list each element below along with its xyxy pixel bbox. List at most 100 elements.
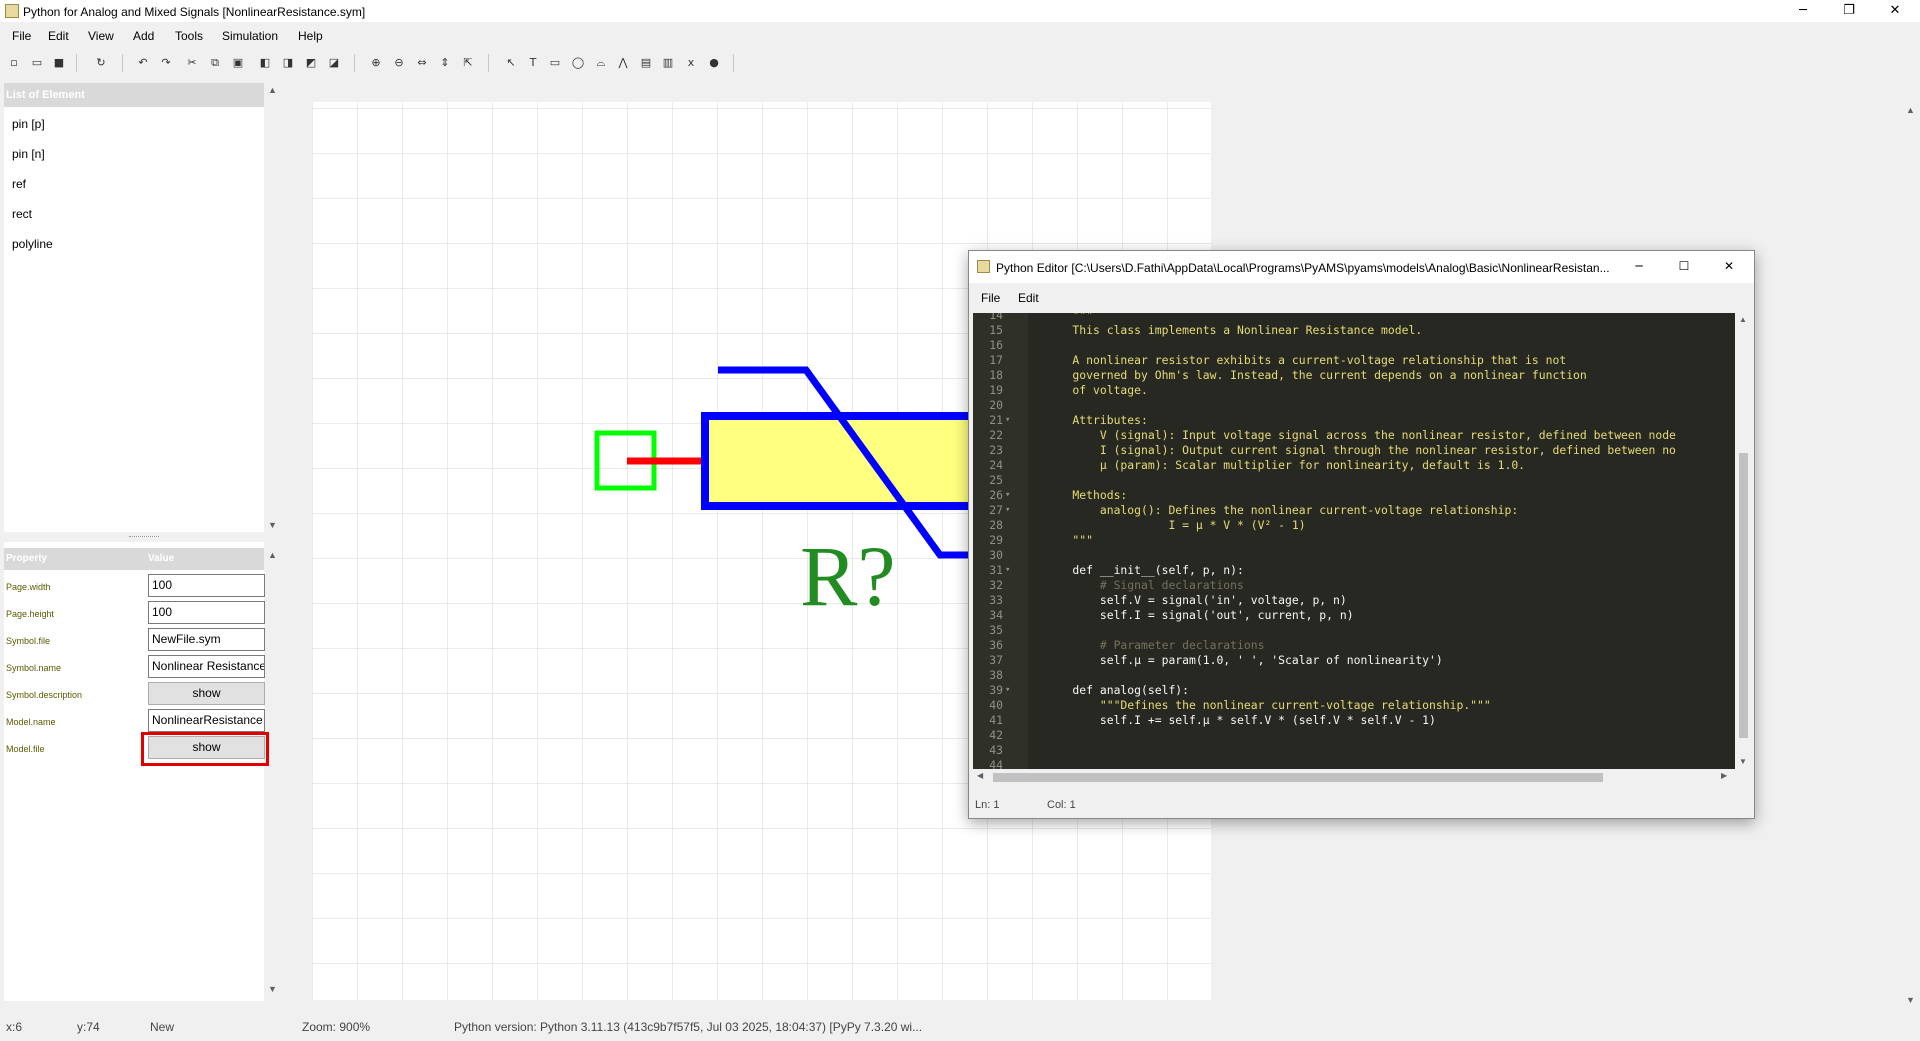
pin-tool-icon[interactable]: ▥ [659, 54, 677, 72]
param-tool-icon[interactable]: x [682, 54, 700, 72]
scroll-down-icon[interactable]: ▼ [1906, 995, 1915, 1005]
scroll-down-icon[interactable]: ▼ [1739, 757, 1747, 766]
cut-icon[interactable]: ✂ [183, 54, 201, 72]
zoom-height-icon[interactable]: ⇕ [436, 54, 454, 72]
scroll-up-icon[interactable]: ▲ [268, 550, 277, 560]
scroll-right-icon[interactable]: ▶ [1721, 771, 1727, 780]
new-file-icon[interactable]: ▫ [5, 54, 23, 72]
symbol-name-field[interactable]: Nonlinear Resistance [148, 655, 265, 678]
code-text: μ (param): Scalar multiplier for nonline… [1045, 458, 1526, 472]
line-number: 16 [989, 338, 1003, 352]
zoom-out-icon[interactable]: ⊖ [390, 54, 408, 72]
code-line: 23 I (signal): Output current signal thr… [973, 443, 1735, 458]
element-item[interactable]: pin [p] [12, 117, 45, 131]
menu-add[interactable]: Add [133, 29, 154, 43]
element-item[interactable]: rect [12, 207, 32, 221]
save-icon[interactable]: ■ [50, 54, 68, 72]
text-tool-icon[interactable]: T [524, 54, 542, 72]
refresh-icon[interactable]: ↻ [92, 54, 110, 72]
scroll-up-icon[interactable]: ▲ [268, 85, 277, 95]
editor-title-bar[interactable]: Python Editor [C:\Users\D.Fathi\AppData\… [969, 251, 1754, 283]
ellipse-tool-icon[interactable]: ◯ [569, 54, 587, 72]
menu-edit[interactable]: Edit [48, 29, 69, 43]
python-editor-window[interactable]: Python Editor [C:\Users\D.Fathi\AppData\… [968, 250, 1755, 819]
symbol-description-show-button[interactable]: show [148, 682, 265, 705]
line-number: 32 [989, 578, 1003, 592]
editor-close-button[interactable]: ✕ [1706, 255, 1752, 277]
zoom-in-icon[interactable]: ⊕ [367, 54, 385, 72]
code-text: analog(): Defines the nonlinear current-… [1045, 503, 1519, 517]
select-pointer-icon[interactable]: ↖ [502, 54, 520, 72]
menu-view[interactable]: View [88, 29, 114, 43]
line-number: 25 [989, 473, 1003, 487]
scroll-up-icon[interactable]: ▲ [1906, 105, 1915, 115]
undo-icon[interactable]: ↶ [134, 54, 152, 72]
scroll-down-icon[interactable]: ▼ [268, 520, 277, 530]
scroll-thumb[interactable] [1739, 453, 1748, 738]
line-number: 15 [989, 323, 1003, 337]
code-line: 19 of voltage. [973, 383, 1735, 398]
code-text: self.μ = param(1.0, ' ', 'Scalar of nonl… [1045, 653, 1443, 667]
redo-icon[interactable]: ↷ [157, 54, 175, 72]
python-icon[interactable]: ● [705, 54, 723, 72]
image-tool-icon[interactable]: ▤ [637, 54, 655, 72]
editor-minimize-button[interactable]: ─ [1616, 255, 1662, 277]
page-width-field[interactable]: 100 [148, 574, 265, 597]
rectangle-tool-icon[interactable]: ▭ [546, 54, 564, 72]
property-name: Symbol.file [6, 636, 51, 646]
scroll-thumb[interactable] [993, 773, 1603, 782]
code-text: I (signal): Output current signal throug… [1045, 443, 1676, 457]
fold-icon[interactable]: ▾ [1005, 413, 1010, 428]
canvas-scrollbar[interactable]: ▲ ▼ [1903, 83, 1920, 1005]
code-text: # Parameter declarations [1045, 638, 1265, 652]
scroll-left-icon[interactable]: ◀ [977, 771, 983, 780]
menu-simulation[interactable]: Simulation [222, 29, 278, 43]
zoom-page-icon[interactable]: ⇱ [459, 54, 477, 72]
editor-menu-file[interactable]: File [981, 291, 1000, 305]
zoom-fit-icon[interactable]: ⇔ [413, 54, 431, 72]
send-back-icon[interactable]: ◨ [279, 54, 297, 72]
open-folder-icon[interactable]: ▭ [28, 54, 46, 72]
editor-maximize-button[interactable]: ☐ [1661, 255, 1707, 277]
code-line: 32 # Signal declarations [973, 578, 1735, 593]
editor-menu-edit[interactable]: Edit [1018, 291, 1039, 305]
copy-icon[interactable]: ⧉ [206, 54, 224, 72]
menu-tools[interactable]: Tools [175, 29, 203, 43]
line-number: 41 [989, 713, 1003, 727]
page-height-field[interactable]: 100 [148, 601, 265, 624]
menu-file[interactable]: File [12, 29, 31, 43]
editor-title: Python Editor [C:\Users\D.Fathi\AppData\… [996, 261, 1610, 275]
fold-icon[interactable]: ▾ [1005, 563, 1010, 578]
line-number: 43 [989, 743, 1003, 757]
menu-help[interactable]: Help [298, 29, 323, 43]
minimize-button[interactable]: ─ [1780, 0, 1826, 22]
symbol-file-field[interactable]: NewFile.sym [148, 628, 265, 651]
element-item[interactable]: pin [n] [12, 147, 45, 161]
fold-icon[interactable]: ▾ [1005, 503, 1010, 518]
ref-label[interactable]: R? [800, 528, 896, 624]
code-editor[interactable]: 14 """ 15 This class implements a Nonline… [973, 313, 1735, 769]
editor-horizontal-scrollbar[interactable]: ◀ ▶ [973, 769, 1735, 786]
arc-tool-icon[interactable]: ⌓ [592, 54, 610, 72]
editor-vertical-scrollbar[interactable]: ▲ ▼ [1735, 313, 1752, 769]
restore-button[interactable]: ❐ [1826, 0, 1872, 22]
element-item[interactable]: polyline [12, 237, 53, 251]
fold-icon[interactable]: ▾ [1005, 683, 1010, 698]
element-list-header: List of Element [4, 83, 264, 107]
property-scrollbar[interactable]: ▲ ▼ [266, 548, 280, 998]
element-list-scrollbar[interactable]: ▲ ▼ [266, 83, 280, 532]
rotate-icon[interactable]: ◪ [325, 54, 343, 72]
flip-icon[interactable]: ◩ [302, 54, 320, 72]
property-name: Page.width [6, 582, 51, 592]
fold-icon[interactable]: ▾ [1005, 488, 1010, 503]
bring-front-icon[interactable]: ◧ [256, 54, 274, 72]
element-item[interactable]: ref [12, 177, 26, 191]
line-number: 21 [989, 413, 1003, 427]
model-name-field[interactable]: NonlinearResistance [148, 709, 265, 732]
scroll-down-icon[interactable]: ▼ [268, 984, 277, 994]
close-button[interactable]: ✕ [1872, 0, 1918, 22]
paste-icon[interactable]: ▣ [229, 54, 247, 72]
polyline-tool-icon[interactable]: ⋀ [614, 54, 632, 72]
scroll-up-icon[interactable]: ▲ [1739, 315, 1747, 324]
panel-splitter[interactable] [4, 532, 264, 542]
